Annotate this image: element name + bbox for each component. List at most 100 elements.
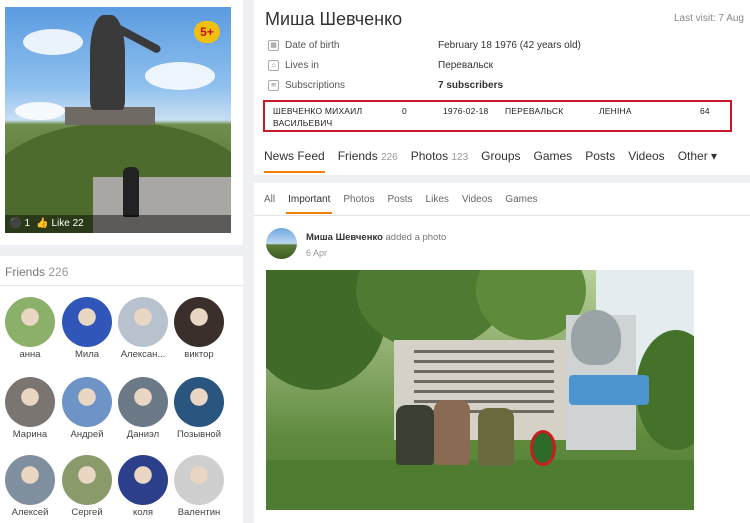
friend-item[interactable]: Позывной	[172, 377, 226, 440]
location-icon: ⌂	[268, 60, 279, 71]
friend-avatar[interactable]	[118, 297, 168, 347]
info-label: Date of birth	[285, 40, 340, 51]
friend-item[interactable]: Алексей	[3, 455, 57, 518]
info-lives-in: ⌂ Lives in	[268, 60, 319, 71]
info-date-of-birth: ▦ Date of birth	[268, 40, 339, 51]
post-author[interactable]: Миша Шевченко	[306, 232, 383, 243]
tab-posts[interactable]: Posts	[585, 149, 615, 163]
calendar-icon: ▦	[268, 40, 279, 51]
comment-icon: ⚫	[9, 218, 22, 229]
friend-item[interactable]: виктор	[172, 297, 226, 360]
photo-footer: ⚫ 1 👍 Like 22	[5, 215, 231, 233]
cloud	[15, 102, 65, 120]
friend-item[interactable]: Мила	[60, 297, 114, 360]
info-value[interactable]: 7 subscribers	[438, 80, 503, 91]
wreath	[530, 430, 556, 466]
rss-icon: ≋	[268, 80, 279, 91]
avatar-card: 5+ ⚫ 1 👍 Like 22	[0, 0, 243, 245]
record-city: ПЕРЕВАЛЬСК	[505, 106, 564, 116]
friend-avatar[interactable]	[62, 455, 112, 505]
ground	[266, 460, 694, 510]
subtab-posts[interactable]: Posts	[388, 194, 413, 205]
tab-groups[interactable]: Groups	[481, 149, 520, 163]
subtab-videos[interactable]: Videos	[462, 194, 492, 205]
post-author-avatar[interactable]	[266, 228, 297, 259]
subtab-likes[interactable]: Likes	[426, 194, 449, 205]
friend-avatar[interactable]	[62, 377, 112, 427]
friend-name[interactable]: Мила	[60, 349, 114, 360]
record-patronymic: ВАСИЛЬЕВИЧ	[273, 118, 333, 128]
subtab-all[interactable]: All	[264, 194, 275, 205]
tab-other[interactable]: Other ▾	[678, 149, 717, 163]
last-visit: Last visit: 7 Aug	[673, 13, 744, 24]
friend-item[interactable]: коля	[116, 455, 170, 518]
friend-avatar[interactable]	[5, 377, 55, 427]
info-value[interactable]: Перевальск	[438, 60, 493, 71]
rating-badge[interactable]: 5+	[194, 21, 220, 43]
record-street: ЛЕНІНА	[599, 106, 632, 116]
post-photo[interactable]	[266, 270, 694, 510]
likes-label: Like 22	[51, 218, 84, 229]
monument-bust	[571, 310, 621, 365]
person	[396, 405, 434, 465]
highlighted-record: ШЕВЧЕНКО МИХАИЛ ВАСИЛЬЕВИЧ 0 1976-02-18 …	[263, 100, 732, 132]
friend-item[interactable]: Даниэл	[116, 377, 170, 440]
friend-avatar[interactable]	[174, 377, 224, 427]
person	[434, 400, 470, 465]
friend-avatar[interactable]	[174, 297, 224, 347]
friend-name[interactable]: Даниэл	[116, 429, 170, 440]
like-button[interactable]: 👍 Like 22	[36, 215, 84, 233]
info-label: Subscriptions	[285, 80, 346, 91]
friend-item[interactable]: Андрей	[60, 377, 114, 440]
friend-name[interactable]: анна	[3, 349, 57, 360]
profile-card: Миша Шевченко Last visit: 7 Aug ▦ Date o…	[254, 0, 750, 175]
friend-avatar[interactable]	[174, 455, 224, 505]
friend-name[interactable]: Позывной	[172, 429, 226, 440]
cloud	[145, 62, 215, 90]
friend-avatar[interactable]	[5, 297, 55, 347]
friends-heading[interactable]: Friends 226	[5, 265, 68, 279]
right-column: Миша Шевченко Last visit: 7 Aug ▦ Date o…	[254, 0, 750, 523]
subtab-photos[interactable]: Photos	[343, 194, 374, 205]
tab-games[interactable]: Games	[534, 149, 573, 163]
divider	[0, 285, 243, 286]
friend-name[interactable]: виктор	[172, 349, 226, 360]
friend-item[interactable]: анна	[3, 297, 57, 360]
friend-item[interactable]: Валентин	[172, 455, 226, 518]
tab-friends[interactable]: Friends 226	[338, 149, 398, 163]
subtab-important[interactable]: Important	[286, 194, 333, 214]
friend-item[interactable]: Алексан...	[116, 297, 170, 360]
monument-blue-panel	[569, 375, 649, 405]
tab-videos[interactable]: Videos	[628, 149, 664, 163]
divider	[254, 215, 750, 216]
friend-name[interactable]: Сергей	[60, 507, 114, 518]
tab-news-feed[interactable]: News Feed	[264, 149, 325, 173]
comments-count: 1	[24, 218, 31, 229]
record-date: 1976-02-18	[443, 106, 489, 116]
comments-counter[interactable]: ⚫ 1	[9, 215, 30, 233]
record-zero: 0	[402, 106, 407, 116]
friend-name[interactable]: Алексей	[3, 507, 57, 518]
friend-name[interactable]: коля	[116, 507, 170, 518]
info-label: Lives in	[285, 60, 319, 71]
friend-item[interactable]: Сергей	[60, 455, 114, 518]
friend-name[interactable]: Валентин	[172, 507, 226, 518]
friend-item[interactable]: Марина	[3, 377, 57, 440]
post-date[interactable]: 6 Apr	[306, 248, 327, 258]
friend-name[interactable]: Алексан...	[116, 349, 170, 360]
friend-avatar[interactable]	[5, 455, 55, 505]
friend-avatar[interactable]	[118, 377, 168, 427]
feed-filter-tabs: All Important Photos Posts Likes Videos …	[264, 194, 538, 214]
friend-avatar[interactable]	[62, 297, 112, 347]
friend-name[interactable]: Марина	[3, 429, 57, 440]
post-header: Миша Шевченко added a photo	[306, 232, 446, 243]
friends-count: 226	[48, 265, 69, 279]
friend-name[interactable]: Андрей	[60, 429, 114, 440]
person	[123, 167, 139, 217]
person	[478, 408, 514, 466]
profile-tabs: News Feed Friends 226 Photos 123 Groups …	[264, 149, 717, 173]
subtab-games[interactable]: Games	[505, 194, 537, 205]
profile-photo[interactable]	[5, 7, 231, 233]
friend-avatar[interactable]	[118, 455, 168, 505]
tab-photos[interactable]: Photos 123	[411, 149, 468, 163]
